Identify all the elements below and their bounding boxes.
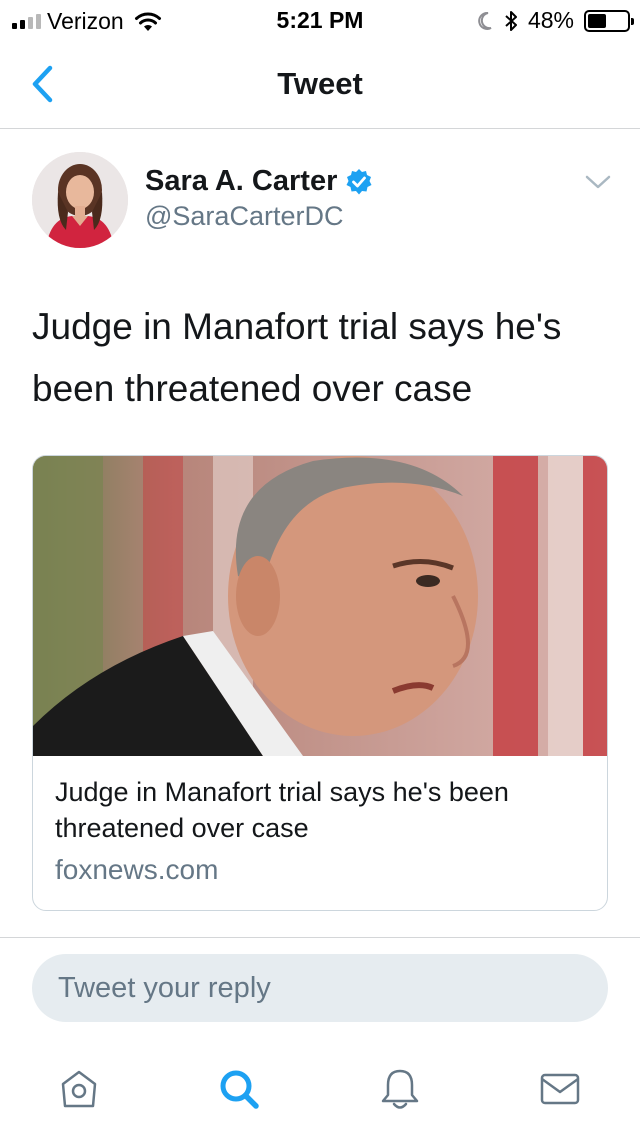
tab-bar — [0, 1040, 640, 1136]
divider — [0, 937, 640, 938]
card-image — [33, 456, 607, 756]
tweet-text: Judge in Manafort trial says he's been t… — [32, 306, 562, 409]
link-card[interactable]: Judge in Manafort trial says he's been t… — [32, 455, 608, 911]
author-handle[interactable]: @SaraCarterDC — [145, 201, 343, 232]
verified-badge-icon — [346, 168, 372, 194]
tab-notifications[interactable] — [375, 1064, 425, 1114]
reply-box[interactable] — [32, 954, 608, 1022]
tab-messages[interactable] — [535, 1064, 585, 1114]
chevron-down-icon[interactable] — [584, 172, 612, 192]
status-right: 48% — [478, 7, 634, 34]
bluetooth-icon — [505, 10, 517, 31]
status-bar: Verizon 5:21 PM 48% — [0, 0, 640, 40]
mail-icon — [540, 1073, 580, 1105]
page-title: Tweet — [277, 66, 363, 101]
profile-photo — [32, 152, 128, 248]
bell-icon — [381, 1069, 419, 1109]
home-icon — [61, 1070, 97, 1108]
author-name[interactable]: Sara A. Carter — [145, 165, 373, 198]
moon-icon — [478, 11, 492, 30]
reply-input[interactable] — [32, 954, 608, 1022]
judge-photo — [33, 456, 607, 756]
avatar[interactable] — [32, 152, 128, 248]
tab-search[interactable] — [214, 1064, 264, 1114]
tab-home[interactable] — [54, 1064, 104, 1114]
battery-icon — [584, 9, 634, 32]
author-name-text: Sara A. Carter — [145, 165, 338, 197]
battery-percent: 48% — [527, 7, 574, 33]
nav-bar: Tweet — [0, 40, 640, 129]
card-title: Judge in Manafort trial says he's been t… — [55, 777, 509, 843]
search-icon — [220, 1070, 259, 1109]
card-domain: foxnews.com — [55, 854, 219, 885]
